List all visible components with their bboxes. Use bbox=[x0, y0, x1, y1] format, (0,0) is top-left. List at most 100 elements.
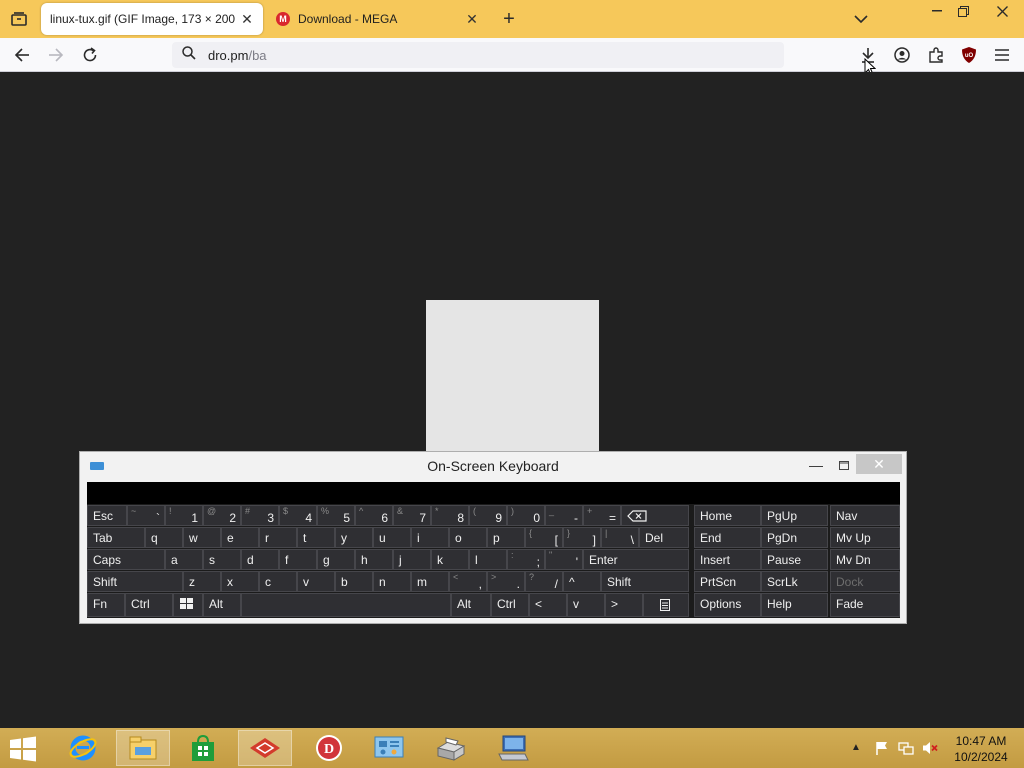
close-icon[interactable]: ✕ bbox=[239, 11, 255, 27]
key-6[interactable]: ^ 6 bbox=[355, 505, 393, 526]
key-9[interactable]: (9 bbox=[469, 505, 507, 526]
file-explorer-icon[interactable] bbox=[116, 730, 170, 766]
key-scrlk[interactable]: ScrLk bbox=[761, 571, 828, 592]
key-del[interactable]: Del bbox=[639, 527, 689, 548]
key-fade[interactable]: Fade bbox=[830, 593, 900, 617]
key-s[interactable]: s bbox=[203, 549, 241, 570]
extensions-icon[interactable] bbox=[923, 42, 949, 68]
d-app-icon[interactable]: D bbox=[302, 730, 356, 766]
minimize-window-button[interactable] bbox=[924, 0, 950, 22]
key-3[interactable]: #3 bbox=[241, 505, 279, 526]
maze-app-icon[interactable] bbox=[238, 730, 292, 766]
key-semicolon[interactable]: :; bbox=[507, 549, 545, 570]
windows-start-icon[interactable] bbox=[8, 736, 40, 762]
key-w[interactable]: w bbox=[183, 527, 221, 548]
printer-app-icon[interactable] bbox=[424, 730, 478, 766]
key-u[interactable]: u bbox=[373, 527, 411, 548]
osk-close-button[interactable]: ✕ bbox=[856, 454, 902, 474]
key-minus[interactable]: _ - bbox=[545, 505, 583, 526]
key-space[interactable] bbox=[241, 593, 451, 617]
restore-window-button[interactable] bbox=[950, 0, 976, 22]
chevron-down-icon[interactable] bbox=[850, 8, 872, 30]
osk-title-bar[interactable]: On-Screen Keyboard — ✕ bbox=[80, 452, 906, 480]
volume-muted-icon[interactable] bbox=[922, 740, 938, 756]
key-equals[interactable]: + = bbox=[583, 505, 621, 526]
clock-date[interactable]: 10/2/2024 bbox=[946, 750, 1016, 764]
key-lctrl[interactable]: Ctrl bbox=[125, 593, 173, 617]
computer-app-icon[interactable] bbox=[486, 730, 540, 766]
key-g[interactable]: g bbox=[317, 549, 355, 570]
key-2[interactable]: @2 bbox=[203, 505, 241, 526]
tab-list-icon[interactable] bbox=[6, 6, 32, 32]
key-0[interactable]: ) 0 bbox=[507, 505, 545, 526]
internet-explorer-icon[interactable] bbox=[56, 730, 110, 766]
key-b[interactable]: b bbox=[335, 571, 373, 592]
key-1[interactable]: ! 1 bbox=[165, 505, 203, 526]
key-down[interactable]: v bbox=[567, 593, 605, 617]
key-left[interactable]: < bbox=[529, 593, 567, 617]
key-x[interactable]: x bbox=[221, 571, 259, 592]
key-a[interactable]: a bbox=[165, 549, 203, 570]
tray-overflow-chevron-icon[interactable]: ▲ bbox=[851, 742, 861, 753]
key-menu[interactable] bbox=[643, 593, 689, 617]
key-up[interactable]: ^ bbox=[563, 571, 601, 592]
key-o[interactable]: o bbox=[449, 527, 487, 548]
key-z[interactable]: z bbox=[183, 571, 221, 592]
control-panel-icon[interactable] bbox=[362, 730, 416, 766]
network-icon[interactable] bbox=[898, 740, 914, 756]
key-p[interactable]: p bbox=[487, 527, 525, 548]
key-rshift[interactable]: Shift bbox=[601, 571, 689, 592]
key-k[interactable]: k bbox=[431, 549, 469, 570]
osk-minimize-button[interactable]: — bbox=[806, 456, 826, 474]
key-help[interactable]: Help bbox=[761, 593, 828, 617]
key-nav[interactable]: Nav bbox=[830, 505, 900, 526]
key-8[interactable]: * 8 bbox=[431, 505, 469, 526]
key-c[interactable]: c bbox=[259, 571, 297, 592]
key-esc[interactable]: Esc bbox=[87, 505, 127, 526]
account-icon[interactable] bbox=[889, 42, 915, 68]
key-lshift[interactable]: Shift bbox=[87, 571, 183, 592]
key-ralt[interactable]: Alt bbox=[451, 593, 491, 617]
new-tab-button[interactable]: + bbox=[497, 7, 521, 31]
key-slash[interactable]: ? / bbox=[525, 571, 563, 592]
key-prtscn[interactable]: PrtScn bbox=[694, 571, 761, 592]
key-j[interactable]: j bbox=[393, 549, 431, 570]
key-quote[interactable]: " ' bbox=[545, 549, 583, 570]
key-t[interactable]: t bbox=[297, 527, 335, 548]
key-q[interactable]: q bbox=[145, 527, 183, 548]
key-5[interactable]: % 5 bbox=[317, 505, 355, 526]
key-f[interactable]: f bbox=[279, 549, 317, 570]
key-l[interactable]: l bbox=[469, 549, 507, 570]
reload-icon[interactable] bbox=[77, 42, 103, 68]
key-i[interactable]: i bbox=[411, 527, 449, 548]
forward-arrow-icon[interactable] bbox=[43, 42, 69, 68]
key-dock[interactable]: Dock bbox=[830, 571, 900, 592]
store-icon[interactable] bbox=[176, 730, 230, 766]
key-insert[interactable]: Insert bbox=[694, 549, 761, 570]
key-rbracket[interactable]: }] bbox=[563, 527, 601, 548]
key-pgdn[interactable]: PgDn bbox=[761, 527, 828, 548]
hamburger-menu-icon[interactable] bbox=[989, 42, 1015, 68]
close-icon[interactable]: ✕ bbox=[464, 11, 480, 27]
key-backtick[interactable]: ~ ` bbox=[127, 505, 165, 526]
key-options[interactable]: Options bbox=[694, 593, 761, 617]
url-bar[interactable]: dro.pm/ba bbox=[172, 42, 784, 68]
tab-mega[interactable]: M Download - MEGA ✕ bbox=[268, 3, 488, 35]
key-4[interactable]: $4 bbox=[279, 505, 317, 526]
key-r[interactable]: r bbox=[259, 527, 297, 548]
key-caps[interactable]: Caps bbox=[87, 549, 165, 570]
key-e[interactable]: e bbox=[221, 527, 259, 548]
key-pause[interactable]: Pause bbox=[761, 549, 828, 570]
key-tab[interactable]: Tab bbox=[87, 527, 145, 548]
ublock-icon[interactable]: uO bbox=[956, 42, 982, 68]
clock-time[interactable]: 10:47 AM bbox=[946, 734, 1016, 748]
key-windows[interactable] bbox=[173, 593, 203, 617]
key-enter[interactable]: Enter bbox=[583, 549, 689, 570]
key-y[interactable]: y bbox=[335, 527, 373, 548]
key-end[interactable]: End bbox=[694, 527, 761, 548]
key-m[interactable]: m bbox=[411, 571, 449, 592]
key-h[interactable]: h bbox=[355, 549, 393, 570]
key-7[interactable]: & 7 bbox=[393, 505, 431, 526]
key-backspace[interactable] bbox=[621, 505, 689, 526]
action-center-flag-icon[interactable] bbox=[874, 740, 890, 756]
